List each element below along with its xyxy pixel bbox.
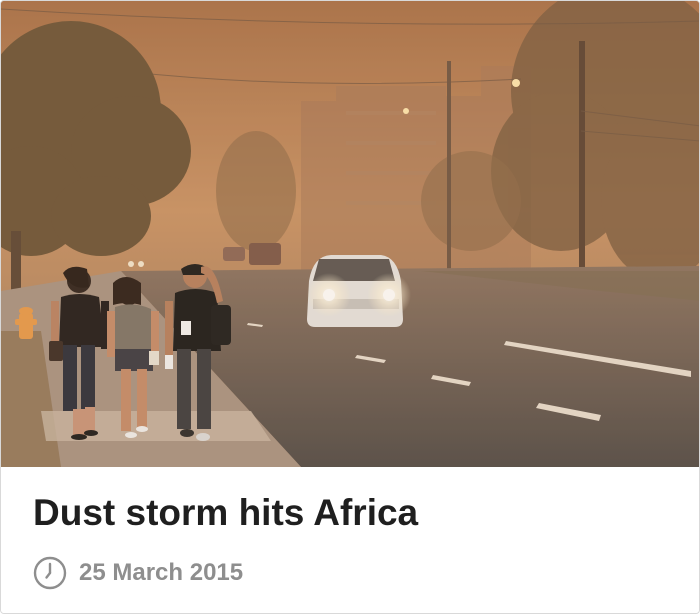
article-card[interactable]: Dust storm hits Africa 25 March 2015 xyxy=(0,0,700,614)
article-caption: Dust storm hits Africa 25 March 2015 xyxy=(1,467,699,613)
article-photo[interactable] xyxy=(1,1,699,467)
article-date-row: 25 March 2015 xyxy=(33,555,243,591)
article-date: 25 March 2015 xyxy=(79,559,244,586)
dust-storm-street-image xyxy=(1,1,699,467)
article-headline[interactable]: Dust storm hits Africa xyxy=(33,491,418,535)
clock-icon xyxy=(33,556,67,590)
